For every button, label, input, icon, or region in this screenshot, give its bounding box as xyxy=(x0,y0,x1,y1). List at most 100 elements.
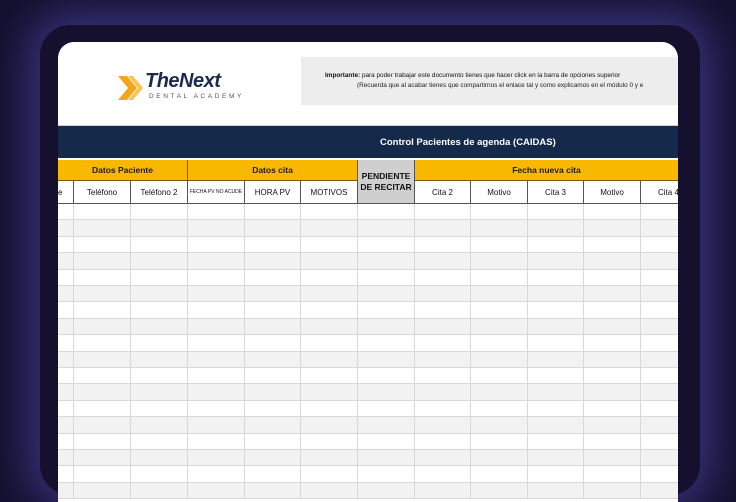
grid-cell[interactable] xyxy=(131,351,188,368)
grid-cell[interactable] xyxy=(358,450,415,467)
grid-cell[interactable] xyxy=(415,220,471,237)
grid-cell[interactable] xyxy=(641,302,678,319)
grid-cell[interactable] xyxy=(245,351,301,368)
grid-cell[interactable] xyxy=(471,384,528,401)
grid-cell[interactable] xyxy=(74,204,131,221)
grid-cell[interactable] xyxy=(188,318,245,336)
grid-cell[interactable] xyxy=(74,466,131,483)
grid-cell[interactable] xyxy=(58,417,74,434)
grid-cell[interactable] xyxy=(245,466,301,483)
grid-cell[interactable] xyxy=(58,368,74,385)
grid-cell[interactable] xyxy=(188,433,245,450)
grid-cell[interactable] xyxy=(471,482,528,500)
grid-cell[interactable] xyxy=(528,482,584,500)
grid-cell[interactable] xyxy=(471,269,528,286)
grid-cell[interactable] xyxy=(188,368,245,385)
group-datos-paciente[interactable]: Datos Paciente xyxy=(58,160,188,181)
grid-cell[interactable] xyxy=(358,368,415,385)
grid-cell[interactable] xyxy=(74,482,131,500)
grid-cell[interactable] xyxy=(131,253,188,270)
grid-cell[interactable] xyxy=(58,318,74,336)
grid-cell[interactable] xyxy=(58,286,74,303)
grid-cell[interactable] xyxy=(415,286,471,303)
grid-cell[interactable] xyxy=(584,204,641,221)
grid-cell[interactable] xyxy=(301,236,358,254)
grid-cell[interactable] xyxy=(528,417,584,434)
grid-cell[interactable] xyxy=(74,417,131,434)
grid-cell[interactable] xyxy=(58,236,74,254)
grid-cell[interactable] xyxy=(301,482,358,500)
grid-cell[interactable] xyxy=(245,220,301,237)
column-header-motivo[interactable]: Motivo xyxy=(471,181,528,204)
grid-cell[interactable] xyxy=(301,286,358,303)
column-header-telefono-2[interactable]: Teléfono 2 xyxy=(131,181,188,204)
grid-cell[interactable] xyxy=(301,335,358,352)
grid-cell[interactable] xyxy=(584,400,641,418)
grid-cell[interactable] xyxy=(471,204,528,221)
grid-cell[interactable] xyxy=(74,318,131,336)
grid-cell[interactable] xyxy=(188,220,245,237)
grid-cell[interactable] xyxy=(245,400,301,418)
grid-cell[interactable] xyxy=(641,351,678,368)
grid-cell[interactable] xyxy=(131,400,188,418)
grid-cell[interactable] xyxy=(641,253,678,270)
grid-cell[interactable] xyxy=(358,335,415,352)
grid-cell[interactable] xyxy=(528,253,584,270)
grid-cell[interactable] xyxy=(301,433,358,450)
grid-cell[interactable] xyxy=(584,466,641,483)
grid-cell[interactable] xyxy=(641,318,678,336)
grid-cell[interactable] xyxy=(188,204,245,221)
grid-cell[interactable] xyxy=(358,318,415,336)
grid-cell[interactable] xyxy=(641,466,678,483)
grid-cell[interactable] xyxy=(641,335,678,352)
grid-cell[interactable] xyxy=(358,253,415,270)
grid-cell[interactable] xyxy=(131,318,188,336)
grid-cell[interactable] xyxy=(301,269,358,286)
grid-cell[interactable] xyxy=(74,335,131,352)
grid-cell[interactable] xyxy=(245,236,301,254)
grid-cell[interactable] xyxy=(301,466,358,483)
grid-cell[interactable] xyxy=(415,318,471,336)
grid-cell[interactable] xyxy=(584,220,641,237)
grid-cell[interactable] xyxy=(74,220,131,237)
grid-cell[interactable] xyxy=(131,286,188,303)
grid-cell[interactable] xyxy=(301,302,358,319)
grid-cell[interactable] xyxy=(301,253,358,270)
grid-cell[interactable] xyxy=(528,204,584,221)
grid-cell[interactable] xyxy=(415,417,471,434)
grid-cell[interactable] xyxy=(641,237,678,254)
grid-cell[interactable] xyxy=(58,351,74,368)
grid-cell[interactable] xyxy=(471,253,528,270)
grid-cell[interactable] xyxy=(415,433,471,450)
column-header-cita-2[interactable]: Cita 2 xyxy=(415,181,471,204)
grid-cell[interactable] xyxy=(301,368,358,385)
grid-cell[interactable] xyxy=(131,220,188,237)
grid-cell[interactable] xyxy=(528,450,584,467)
grid-cell[interactable] xyxy=(528,351,584,368)
grid-cell[interactable] xyxy=(58,482,74,500)
grid-cell[interactable] xyxy=(641,204,678,221)
grid-cell[interactable] xyxy=(301,351,358,368)
column-header-fecha-pv[interactable]: FECHA PV NO ACUDE xyxy=(188,181,245,204)
grid-cell[interactable] xyxy=(58,450,74,467)
grid-cell[interactable] xyxy=(131,433,188,450)
grid-cell[interactable] xyxy=(131,269,188,286)
grid-cell[interactable] xyxy=(415,368,471,385)
grid-cell[interactable] xyxy=(74,253,131,270)
grid-cell[interactable] xyxy=(471,417,528,434)
grid-cell[interactable] xyxy=(641,368,678,385)
grid-cell[interactable] xyxy=(415,302,471,319)
column-header-motivo-2[interactable]: Motivo xyxy=(584,181,641,204)
grid-cell[interactable] xyxy=(584,482,641,500)
group-pendiente-recitar[interactable]: PENDIENTE DE RECITAR xyxy=(358,160,415,204)
grid-cell[interactable] xyxy=(358,236,415,254)
grid-cell[interactable] xyxy=(415,450,471,467)
grid-cell[interactable] xyxy=(584,236,641,254)
grid-cell[interactable] xyxy=(415,400,471,418)
grid-cell[interactable] xyxy=(188,482,245,500)
column-header-cita-4[interactable]: Cita 4 xyxy=(641,181,678,204)
grid-cell[interactable] xyxy=(245,204,301,221)
grid-cell[interactable] xyxy=(471,433,528,450)
grid-cell[interactable] xyxy=(528,269,584,286)
grid-cell[interactable] xyxy=(245,269,301,286)
